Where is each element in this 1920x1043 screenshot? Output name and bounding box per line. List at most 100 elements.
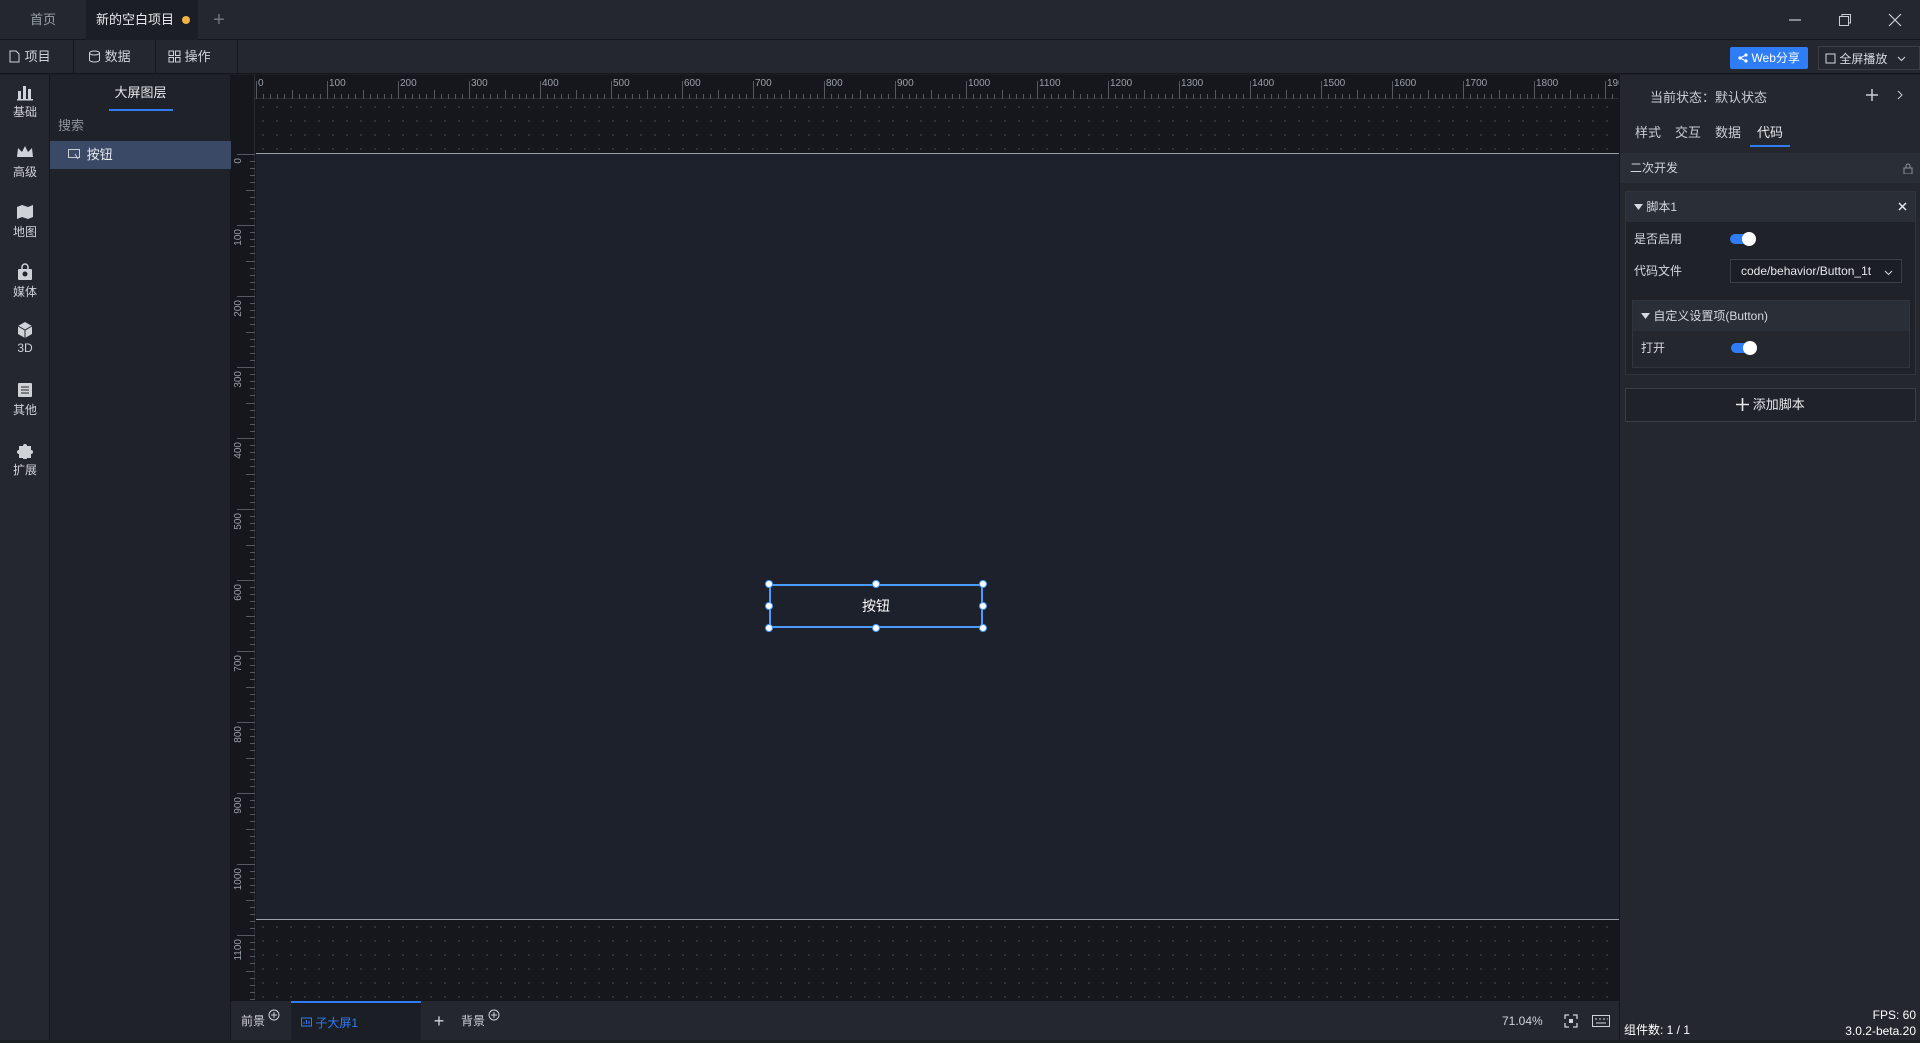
chevron-right-icon[interactable] [1896, 90, 1904, 100]
rail-item-other[interactable]: 其他 [0, 373, 50, 433]
tab-style[interactable]: 样式 [1632, 119, 1664, 147]
ruler-tick [909, 94, 911, 99]
canvas-dot-grid [256, 920, 1619, 1000]
ruler-tick [250, 778, 255, 780]
ruler-tick [1200, 94, 1202, 99]
ruler-tick [246, 331, 255, 333]
menu-project[interactable]: 项目 [0, 40, 74, 96]
ruler-tick [250, 281, 255, 283]
ruler-label: 500 [613, 78, 630, 89]
tab-code[interactable]: 代码 [1750, 119, 1790, 147]
ruler-tick [263, 94, 265, 99]
ruler-tick [246, 615, 255, 617]
ruler-tick [250, 310, 255, 312]
resize-handle[interactable] [979, 602, 987, 610]
ruler-tick [703, 94, 705, 99]
resize-handle[interactable] [765, 602, 773, 610]
ruler-tick [696, 94, 698, 99]
foreground-tab[interactable]: 前景 [241, 1001, 280, 1041]
menu-operate-label: 操作 [184, 49, 211, 64]
layer-item[interactable]: 按钮 [50, 141, 231, 169]
screen-board[interactable]: 按钮 [256, 153, 1619, 920]
ruler-tick [250, 359, 255, 361]
add-script-button[interactable]: 添加脚本 [1625, 388, 1916, 422]
lock-icon[interactable] [1903, 163, 1913, 174]
ruler-tick [250, 551, 255, 553]
code-file-select[interactable]: code/behavior/Button_1t [1730, 259, 1902, 283]
ruler-tick [1001, 90, 1003, 99]
minimize-button[interactable] [1770, 0, 1820, 40]
ruler-tick [250, 175, 255, 177]
rail-item-media[interactable]: 媒体 [0, 255, 50, 315]
ruler-tick [1420, 94, 1422, 99]
ruler-tick [674, 94, 676, 99]
fullscreen-play-button[interactable]: 全屏播放 [1818, 46, 1920, 70]
horizontal-ruler: 0 100 200 300 400 500 600 700 800 900 1000 1100 1200… [231, 75, 1619, 99]
button-layer-icon [68, 149, 80, 160]
ruler-tick [362, 90, 364, 99]
resize-handle[interactable] [872, 580, 880, 588]
rail-item-basic[interactable]: 基础 [0, 75, 50, 135]
ruler-tick [440, 94, 442, 99]
sub-screen-tab[interactable]: 子大屏1 [291, 1001, 421, 1041]
ruler-tick [250, 963, 255, 965]
rail-item-3d[interactable]: 3D [0, 313, 50, 373]
button-component[interactable]: 按钮 [769, 584, 983, 628]
tab-interaction[interactable]: 交互 [1672, 119, 1704, 147]
open-toggle[interactable] [1731, 341, 1757, 355]
resize-handle[interactable] [979, 624, 987, 632]
zoom-level[interactable]: 71.04% [1502, 1001, 1543, 1041]
ruler-tick [237, 935, 255, 936]
menu-data[interactable]: 数据 [80, 40, 156, 96]
resize-handle[interactable] [872, 624, 880, 632]
fit-screen-button[interactable] [1564, 1001, 1578, 1041]
tab-project[interactable]: 新的空白项目 [86, 0, 198, 40]
add-state-icon[interactable] [1865, 88, 1879, 102]
ruler-tick [1015, 94, 1017, 99]
close-icon[interactable] [1898, 202, 1907, 211]
web-share-button[interactable]: Web分享 [1730, 47, 1808, 69]
ruler-tick [250, 622, 255, 624]
keyboard-button[interactable] [1592, 1001, 1610, 1041]
ruler-tick [405, 94, 407, 99]
rail-item-extend[interactable]: 扩展 [0, 433, 50, 493]
ruler-tick [1207, 94, 1209, 99]
close-window-button[interactable] [1870, 0, 1920, 40]
ruler-tick [873, 94, 875, 99]
ruler-tick [419, 94, 421, 99]
tab-home[interactable]: 首页 [0, 0, 86, 40]
ruler-tick [250, 587, 255, 589]
enable-toggle[interactable] [1730, 232, 1756, 246]
resize-handle[interactable] [765, 580, 773, 588]
custom-settings-header[interactable]: 自定义设置项(Button) [1633, 301, 1909, 331]
ruler-tick [250, 729, 255, 731]
ruler-tick [250, 494, 255, 496]
tab-data[interactable]: 数据 [1712, 119, 1744, 147]
ruler-tick [1399, 94, 1401, 99]
menu-operate[interactable]: 操作 [160, 40, 238, 96]
layer-search-input[interactable] [50, 111, 231, 141]
ruler-tick [525, 94, 527, 99]
add-sub-screen-button[interactable]: + [427, 1001, 451, 1041]
caret-down-icon [1634, 204, 1643, 210]
rail-item-advanced[interactable]: 高级 [0, 135, 50, 195]
script-header[interactable]: 脚本1 [1626, 192, 1915, 222]
canvas-area[interactable]: 按钮 0 100 200 300 400 500 600 700 800 900 1000 1100 1… [231, 75, 1619, 1000]
ruler-tick [518, 94, 520, 99]
resize-handle[interactable] [979, 580, 987, 588]
background-tab[interactable]: 背景 [461, 1001, 500, 1041]
rail-item-map[interactable]: 地图 [0, 195, 50, 255]
ruler-tick [237, 580, 255, 581]
ruler-tick [246, 828, 255, 830]
toolbar: 项目 数据 操作 Web分享 全屏播放 [0, 40, 1920, 96]
ruler-tick [426, 94, 428, 99]
ruler-tick [250, 920, 255, 922]
ruler-tick [246, 402, 255, 404]
secondary-dev-header: 二次开发 [1620, 153, 1920, 183]
resize-handle[interactable] [765, 624, 773, 632]
add-tab-button[interactable]: + [206, 0, 232, 40]
ruler-tick [859, 90, 861, 99]
ruler-tick [250, 182, 255, 184]
layer-panel-tab[interactable]: 大屏图层 [50, 75, 231, 111]
restore-button[interactable] [1820, 0, 1870, 40]
